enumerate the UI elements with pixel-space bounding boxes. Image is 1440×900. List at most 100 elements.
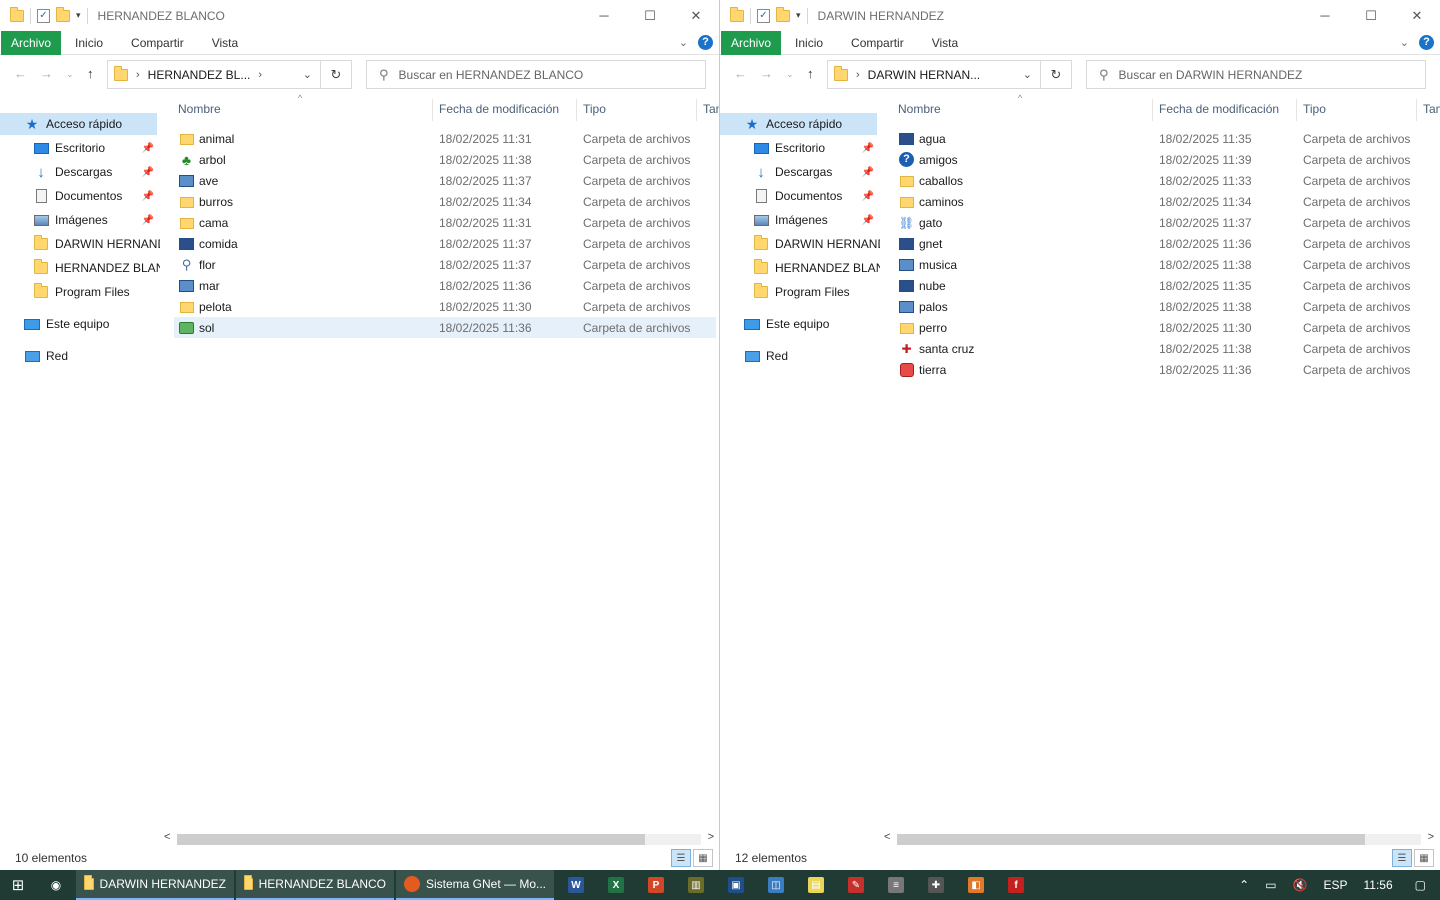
app-icon[interactable]: ◧ <box>956 870 996 900</box>
table-row[interactable]: caminos 18/02/2025 11:34 Carpeta de archiv… <box>894 191 1436 212</box>
help-icon[interactable]: ? <box>698 35 713 50</box>
refresh-button[interactable]: ↻ <box>321 60 352 89</box>
close-button[interactable]: ✕ <box>673 0 719 31</box>
refresh-button[interactable]: ↻ <box>1041 60 1072 89</box>
nav-documents[interactable]: Documentos 📌 <box>753 185 880 207</box>
tab-view[interactable]: Vista <box>198 31 252 55</box>
tab-file[interactable]: Archivo <box>721 30 782 55</box>
app-icon[interactable]: f <box>996 870 1036 900</box>
back-arrow-icon[interactable]: ← <box>14 66 27 81</box>
nav-downloads[interactable]: ↓ Descargas 📌 <box>753 161 880 183</box>
tab-home[interactable]: Inicio <box>61 31 117 55</box>
scroll-right-icon[interactable]: > <box>708 831 714 843</box>
expand-ribbon-icon[interactable]: ⌄ <box>679 36 688 49</box>
table-row[interactable]: agua 18/02/2025 11:35 Carpeta de archivos <box>894 128 1436 149</box>
search-input[interactable] <box>398 67 679 82</box>
input-language[interactable]: ESP <box>1316 878 1356 892</box>
nav-folder-darwin[interactable]: DARWIN HERNANDEZ <box>753 233 880 255</box>
app-icon[interactable]: ✎ <box>836 870 876 900</box>
search-box[interactable]: ⚲ <box>366 60 706 89</box>
nav-documents[interactable]: Documentos 📌 <box>33 185 160 207</box>
nav-folder-hernandez[interactable]: HERNANDEZ BLANCO <box>33 257 160 279</box>
chevron-down-icon[interactable]: ⌄ <box>1023 68 1032 81</box>
tab-file[interactable]: Archivo <box>1 30 62 55</box>
help-icon[interactable]: ? <box>1419 35 1434 50</box>
windows-start-icon[interactable]: ⊞ <box>0 870 36 900</box>
nav-images[interactable]: Imágenes 📌 <box>33 209 160 231</box>
column-name[interactable]: Nombre <box>898 102 941 116</box>
edge-browser-icon[interactable]: ◉ <box>36 870 76 900</box>
properties-icon[interactable]: ✓ <box>757 8 770 23</box>
minimize-button[interactable]: ─ <box>1302 0 1348 31</box>
table-row[interactable]: nube 18/02/2025 11:35 Carpeta de archivos <box>894 275 1436 296</box>
column-type[interactable]: Tipo <box>583 102 606 116</box>
breadcrumb[interactable]: DARWIN HERNAN... <box>868 68 980 82</box>
table-row[interactable]: tierra 18/02/2025 11:36 Carpeta de archivo… <box>894 359 1436 380</box>
volume-muted-icon[interactable]: 🔇 <box>1285 878 1316 892</box>
table-row[interactable]: pelota 18/02/2025 11:30 Carpeta de archivo… <box>174 296 716 317</box>
tab-share[interactable]: Compartir <box>117 31 198 55</box>
notes-icon[interactable]: ▤ <box>796 870 836 900</box>
table-row[interactable]: gnet 18/02/2025 11:36 Carpeta de archivos <box>894 233 1436 254</box>
app-icon[interactable]: ≡ <box>876 870 916 900</box>
forward-arrow-icon[interactable]: → <box>760 66 773 81</box>
scroll-left-icon[interactable]: < <box>164 831 170 843</box>
table-row[interactable]: burros 18/02/2025 11:34 Carpeta de archivo… <box>174 191 716 212</box>
customize-qat-icon[interactable]: ▾ <box>796 10 801 21</box>
column-type[interactable]: Tipo <box>1303 102 1326 116</box>
expand-ribbon-icon[interactable]: ⌄ <box>1400 36 1409 49</box>
search-input[interactable] <box>1118 67 1399 82</box>
nav-this-pc[interactable]: Este equipo <box>24 313 160 335</box>
table-row[interactable]: comida 18/02/2025 11:37 Carpeta de archivo… <box>174 233 716 254</box>
search-box[interactable]: ⚲ <box>1086 60 1426 89</box>
table-row[interactable]: ♣ arbol 18/02/2025 11:38 Carpeta de archivo… <box>174 149 716 170</box>
customize-qat-icon[interactable]: ▾ <box>76 10 81 21</box>
table-row[interactable]: ⛓ gato 18/02/2025 11:37 Carpeta de archivos <box>894 212 1436 233</box>
back-arrow-icon[interactable]: ← <box>734 66 747 81</box>
taskbar-app-darwin[interactable]: DARWIN HERNANDEZ <box>76 870 234 900</box>
table-row[interactable]: sol 18/02/2025 11:36 Carpeta de archivos <box>174 317 716 338</box>
nav-images[interactable]: Imágenes 📌 <box>753 209 880 231</box>
details-view-icon[interactable]: ☰ <box>1392 849 1412 867</box>
table-row[interactable]: caballos 18/02/2025 11:33 Carpeta de archi… <box>894 170 1436 191</box>
up-arrow-icon[interactable]: ↑ <box>87 66 94 81</box>
column-size[interactable]: Tamaño <box>703 102 719 116</box>
column-size[interactable]: Tamaño <box>1423 102 1440 116</box>
clock[interactable]: 11:56 <box>1356 878 1401 892</box>
tab-home[interactable]: Inicio <box>781 31 837 55</box>
details-view-icon[interactable]: ☰ <box>671 849 691 867</box>
address-bar[interactable]: › HERNANDEZ BL... › ⌄ <box>107 60 321 89</box>
nav-network[interactable]: Red <box>24 345 160 367</box>
column-date[interactable]: Fecha de modificación <box>1159 102 1279 116</box>
table-row[interactable]: cama 18/02/2025 11:31 Carpeta de archivos <box>174 212 716 233</box>
nav-network[interactable]: Red <box>744 345 880 367</box>
recent-locations-icon[interactable]: ⌄ <box>66 69 74 80</box>
large-icons-view-icon[interactable]: ▦ <box>693 849 713 867</box>
close-button[interactable]: ✕ <box>1394 0 1440 31</box>
powerpoint-icon[interactable]: P <box>636 870 676 900</box>
table-row[interactable]: palos 18/02/2025 11:38 Carpeta de archivos <box>894 296 1436 317</box>
column-name[interactable]: Nombre <box>178 102 221 116</box>
forward-arrow-icon[interactable]: → <box>40 66 53 81</box>
new-folder-icon[interactable] <box>56 6 70 22</box>
table-row[interactable]: musica 18/02/2025 11:38 Carpeta de archivo… <box>894 254 1436 275</box>
properties-icon[interactable]: ✓ <box>37 8 50 23</box>
maximize-button[interactable]: ☐ <box>627 0 673 31</box>
table-row[interactable]: mar 18/02/2025 11:36 Carpeta de archivos <box>174 275 716 296</box>
excel-icon[interactable]: X <box>596 870 636 900</box>
address-bar[interactable]: › DARWIN HERNAN... ⌄ <box>827 60 1041 89</box>
maximize-button[interactable]: ☐ <box>1348 0 1394 31</box>
taskbar-app-hernandez[interactable]: HERNANDEZ BLANCO <box>236 870 394 900</box>
column-date[interactable]: Fecha de modificación <box>439 102 559 116</box>
nav-desktop[interactable]: Escritorio 📌 <box>33 137 160 159</box>
chevron-right-icon[interactable]: › <box>258 69 262 81</box>
nav-folder-hernandez[interactable]: HERNANDEZ BLANCO <box>753 257 880 279</box>
recent-locations-icon[interactable]: ⌄ <box>786 69 794 80</box>
app-icon[interactable]: ▣ <box>716 870 756 900</box>
large-icons-view-icon[interactable]: ▦ <box>1414 849 1434 867</box>
nav-downloads[interactable]: ↓ Descargas 📌 <box>33 161 160 183</box>
app-icon[interactable]: ◫ <box>756 870 796 900</box>
table-row[interactable]: ? amigos 18/02/2025 11:39 Carpeta de archiv… <box>894 149 1436 170</box>
nav-desktop[interactable]: Escritorio 📌 <box>753 137 880 159</box>
nav-quick-access[interactable]: ★ Acceso rápido <box>720 113 877 135</box>
